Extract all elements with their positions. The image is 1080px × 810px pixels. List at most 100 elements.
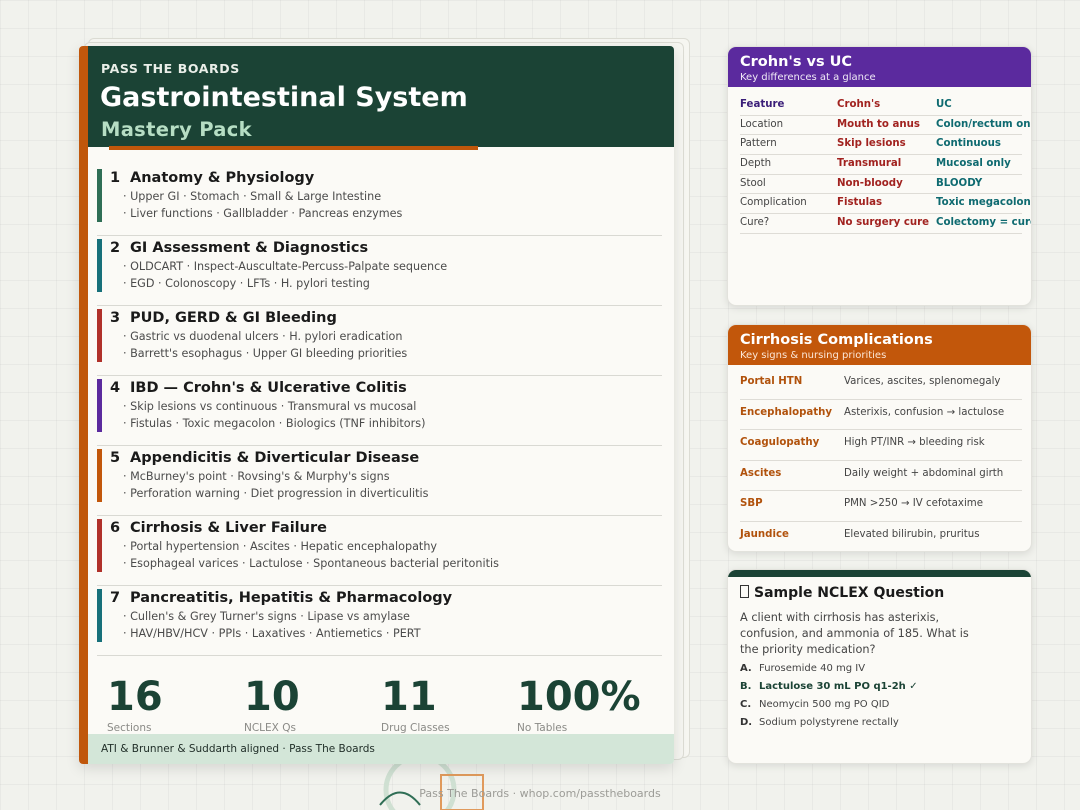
section-number: 5 [110, 450, 121, 466]
complication-detail: PMN >250 → IV cefotaxime [844, 498, 983, 509]
nclex-question-card: Sample NCLEX Question A client with cirr… [727, 569, 1032, 764]
complication-name: Jaundice [740, 528, 789, 540]
section-title: Pancreatitis, Hepatitis & Pharmacology [130, 590, 453, 606]
section-title: GI Assessment & Diagnostics [130, 240, 369, 256]
section-topics: · Esophageal varices · Lactulose · Spont… [123, 557, 499, 570]
list-item: Jaundice Elevated bilirubin, pruritus [740, 522, 1022, 552]
feature-cell: Cure? [740, 217, 770, 229]
section-topics: · HAV/HBV/HCV · PPIs · Laxatives · Antie… [123, 627, 421, 640]
complication-detail: Varices, ascites, splenomegaly [844, 376, 1001, 387]
pack-subtitle: Mastery Pack [101, 118, 252, 141]
complication-detail: Elevated bilirubin, pruritus [844, 528, 980, 540]
section-number: 2 [110, 240, 121, 256]
stat-value: 10 [244, 674, 300, 720]
table-row: Pattern Skip lesions Continuous [740, 135, 1022, 156]
stat-label: Sections [107, 722, 152, 734]
uc-cell: Toxic megacolon [936, 197, 1031, 209]
option-text: Sodium polystyrene rectally [759, 717, 899, 728]
feature-cell: Complication [740, 197, 807, 209]
crohns-cell: Non-bloody [837, 177, 903, 189]
section-item: 1 Anatomy & Physiology · Upper GI · Stom… [97, 166, 662, 236]
section-number: 1 [110, 170, 121, 186]
section-topics: · OLDCART · Inspect-Auscultate-Percuss-P… [123, 260, 448, 273]
section-topics: · Upper GI · Stomach · Small & Large Int… [123, 190, 382, 203]
table-row: Location Mouth to anus Colon/rectum only [740, 116, 1031, 136]
table-header-row: Feature Crohn's UC [740, 96, 1022, 116]
uc-cell: Continuous [936, 138, 1001, 150]
stat-no-tables: 100% No Tables [517, 676, 667, 734]
pack-header: PASS THE BOARDS Gastrointestinal System … [88, 46, 674, 150]
stat-drug-classes: 11 Drug Classes [381, 676, 511, 734]
pack-title: Gastrointestinal System [100, 82, 468, 113]
option-letter: B. [740, 681, 752, 692]
list-item: Coagulopathy High PT/INR → bleeding risk [740, 430, 1022, 461]
answer-option: D. Sodium polystyrene rectally [740, 717, 1020, 735]
section-title: Appendicitis & Diverticular Disease [130, 450, 420, 466]
list-item: Ascites Daily weight + abdominal girth [740, 461, 1022, 491]
card-subtitle: Key differences at a glance [740, 72, 876, 83]
stat-label: No Tables [517, 722, 568, 734]
section-title: Anatomy & Physiology [130, 170, 315, 186]
card-title: Cirrhosis Complications [740, 332, 933, 348]
uc-cell: BLOODY [936, 177, 983, 189]
crohns-cell: No surgery cure [837, 217, 930, 229]
feature-cell: Depth [740, 158, 772, 170]
section-topics: · Portal hypertension · Ascites · Hepati… [123, 540, 438, 553]
uc-cell: Colon/rectum only [936, 118, 1032, 130]
section-topics: · Barrett's esophagus · Upper GI bleedin… [123, 347, 408, 360]
site-footer: Pass The Boards · whop.com/passtheboards [419, 787, 661, 800]
stat-label: Drug Classes [381, 722, 450, 734]
section-item: 4 IBD — Crohn's & Ulcerative Colitis · S… [97, 376, 662, 446]
stat-nclex: 10 NCLEX Qs [244, 676, 374, 734]
stat-sections: 16 Sections [107, 676, 237, 734]
section-topics: · Liver functions · Gallbladder · Pancre… [123, 207, 403, 220]
section-topics: · Cullen's & Grey Turner's signs · Lipas… [123, 610, 410, 623]
section-topics: · Fistulas · Toxic megacolon · Biologics… [123, 417, 426, 430]
complication-name: SBP [740, 498, 763, 509]
stat-value: 11 [381, 674, 437, 720]
answer-option: C. Neomycin 500 mg PO QID [740, 699, 1020, 717]
crohns-cell: Fistulas [837, 197, 883, 209]
section-topics: · EGD · Colonoscopy · LFTs · H. pylori t… [123, 277, 370, 290]
option-text: Furosemide 40 mg IV [759, 663, 866, 674]
complication-name: Portal HTN [740, 376, 803, 387]
column-header: Crohn's [837, 99, 881, 110]
feature-cell: Location [740, 118, 784, 130]
comparison-table: Feature Crohn's UC Location Mouth to anu… [740, 96, 1031, 234]
complication-detail: Daily weight + abdominal girth [844, 467, 1004, 479]
uc-cell: Mucosal only [936, 158, 1011, 170]
section-color-bar [97, 519, 102, 572]
answer-option-correct: B. Lactulose 30 mL PO q1-2h ✓ [740, 681, 1020, 699]
option-text: Lactulose 30 mL PO q1-2h ✓ [759, 681, 918, 692]
crohns-cell: Skip lesions [837, 138, 906, 150]
stat-value: 100% [517, 674, 641, 720]
card-top-bar [728, 570, 1031, 577]
list-item: Encephalopathy Asterixis, confusion → la… [740, 400, 1022, 430]
section-number: 6 [110, 520, 121, 536]
complication-name: Ascites [740, 467, 782, 479]
complication-name: Coagulopathy [740, 437, 820, 448]
section-color-bar [97, 239, 102, 292]
stat-label: NCLEX Qs [244, 722, 296, 734]
section-item: 7 Pancreatitis, Hepatitis & Pharmacology… [97, 586, 662, 656]
feature-cell: Pattern [740, 138, 777, 150]
section-number: 4 [110, 380, 121, 396]
section-item: 3 PUD, GERD & GI Bleeding · Gastric vs d… [97, 306, 662, 376]
feature-cell: Stool [740, 177, 766, 189]
crohns-cell: Transmural [837, 158, 902, 170]
section-item: 5 Appendicitis & Diverticular Disease · … [97, 446, 662, 516]
placeholder-glyph-icon [740, 585, 749, 598]
section-color-bar [97, 169, 102, 222]
pack-footer-text: ATI & Brunner & Suddarth aligned · Pass … [101, 743, 375, 755]
list-item: Portal HTN Varices, ascites, splenomegal… [740, 369, 1022, 400]
section-color-bar [97, 309, 102, 362]
mastery-pack-cover: PASS THE BOARDS Gastrointestinal System … [79, 46, 674, 764]
section-color-bar [97, 589, 102, 642]
table-row: Cure? No surgery cure Colectomy = cure [740, 214, 1031, 234]
crohns-vs-uc-card: Crohn's vs UC Key differences at a glanc… [727, 46, 1032, 306]
section-number: 3 [110, 310, 121, 326]
card-subtitle: Key signs & nursing priorities [740, 350, 887, 361]
section-topics: · Gastric vs duodenal ulcers · H. pylori… [123, 330, 403, 343]
card-header: Cirrhosis Complications Key signs & nurs… [728, 325, 1031, 365]
section-topics: · Perforation warning · Diet progression… [123, 487, 429, 500]
